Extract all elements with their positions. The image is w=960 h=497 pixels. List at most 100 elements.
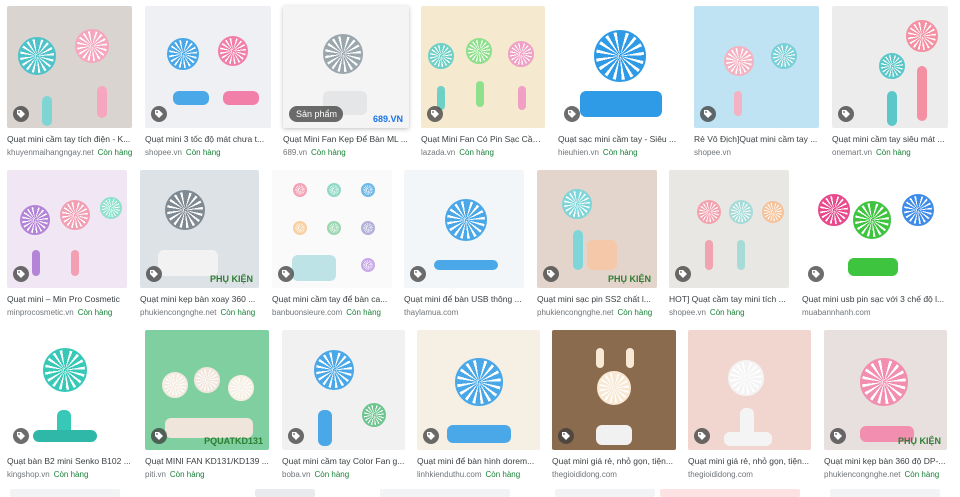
result-title[interactable]: Quạt mini để bàn hình dorem... xyxy=(417,456,540,466)
result-title[interactable]: Quạt mini kẹp bàn 360 độ DP-... xyxy=(824,456,947,466)
result-meta: muabannhanh.com xyxy=(802,308,871,317)
result-title[interactable]: Quạt mini kẹp bàn xoay 360 ... xyxy=(140,294,259,304)
result-thumbnail[interactable] xyxy=(802,170,948,288)
result-card[interactable]: PHỤ KIỆN Quạt mini kẹp bàn 360 độ DP-... p… xyxy=(824,330,947,494)
result-title[interactable]: Quạt Mini Fan Kẹp Để Bàn ML ... xyxy=(283,134,409,144)
result-thumbnail[interactable] xyxy=(145,6,271,128)
fan-head-shape xyxy=(167,38,199,70)
result-source[interactable]: shopee.vn xyxy=(694,148,731,157)
result-thumbnail[interactable] xyxy=(558,6,682,128)
result-thumbnail[interactable] xyxy=(694,6,819,128)
result-title[interactable]: Quạt mini giá rẻ, nhỏ gọn, tiện... xyxy=(552,456,676,466)
result-thumbnail[interactable]: PQUATKD131 xyxy=(145,330,269,450)
result-card[interactable]: PHỤ KIỆN Quạt mini sạc pin SS2 chất l... p… xyxy=(537,170,657,332)
result-card[interactable]: Quạt bàn B2 mini Senko B102 ... kingshop.… xyxy=(7,330,132,494)
result-source[interactable]: 689.vn xyxy=(283,148,307,157)
result-title[interactable]: Quạt mini cầm tay siêu mát ... xyxy=(832,134,948,144)
result-card[interactable]: PQUATKD131 Quạt MINI FAN KD131/KD139 ... p… xyxy=(145,330,269,494)
next-row-thumb[interactable] xyxy=(10,489,120,497)
result-card[interactable]: 689.VN Sản phẩm Quạt Mini Fan Kẹp Để Bàn M… xyxy=(283,6,409,172)
fan-head-shape xyxy=(218,36,248,66)
result-title[interactable]: HOT] Quạt cầm tay mini tích ... xyxy=(669,294,789,304)
result-thumbnail[interactable] xyxy=(282,330,405,450)
fan-head-shape xyxy=(60,200,90,230)
result-source[interactable]: shopee.vn xyxy=(145,148,182,157)
next-row-thumb[interactable] xyxy=(555,489,655,497)
result-thumbnail[interactable] xyxy=(404,170,524,288)
result-thumbnail[interactable] xyxy=(688,330,811,450)
result-card[interactable]: Quạt mini để bàn USB thông ... thaylamua.… xyxy=(404,170,524,332)
result-thumbnail[interactable] xyxy=(7,330,132,450)
result-title[interactable]: Quạt mini sạc pin SS2 chất l... xyxy=(537,294,657,304)
result-thumbnail[interactable] xyxy=(832,6,948,128)
next-row-thumb[interactable] xyxy=(830,489,940,497)
next-row-thumb[interactable] xyxy=(660,489,800,497)
result-card[interactable]: HOT] Quạt cầm tay mini tích ... shopee.vn… xyxy=(669,170,789,332)
result-card[interactable]: Quạt mini để bàn hình dorem... linhkiendu… xyxy=(417,330,540,494)
result-card[interactable]: Quạt mini 3 tốc độ mát chưa t... shopee.v… xyxy=(145,6,271,172)
result-title[interactable]: Rẻ Vô Địch]Quạt mini cầm tay ... xyxy=(694,134,819,144)
result-source[interactable]: phukiencongnghe.net xyxy=(140,308,217,317)
result-title[interactable]: Quạt Mini Fan Có Pin Sạc Cầm... xyxy=(421,134,545,144)
fan-body-shape xyxy=(626,348,634,368)
result-card[interactable]: Quạt Mini Fan Có Pin Sạc Cầm... lazada.vn… xyxy=(421,6,545,172)
result-source[interactable]: shopee.vn xyxy=(669,308,706,317)
result-title[interactable]: Quạt mini để bàn USB thông ... xyxy=(404,294,524,304)
result-title[interactable]: Quạt mini – Min Pro Cosmetic xyxy=(7,294,127,304)
fan-head-shape xyxy=(165,190,205,230)
result-source[interactable]: onemart.vn xyxy=(832,148,872,157)
result-title[interactable]: Quạt mini 3 tốc độ mát chưa t... xyxy=(145,134,271,144)
result-title[interactable]: Quạt mini cầm tay để bàn ca... xyxy=(272,294,392,304)
result-card[interactable]: Quạt mini – Min Pro Cosmetic minprocosmet… xyxy=(7,170,127,332)
result-thumbnail[interactable]: PHỤ KIỆN xyxy=(537,170,657,288)
result-card[interactable]: Quạt mini cầm tay siêu mát ... onemart.vn… xyxy=(832,6,948,172)
result-card[interactable]: Quạt mini cầm tay Color Fan g... boba.vn C… xyxy=(282,330,405,494)
result-title[interactable]: Quạt bàn B2 mini Senko B102 ... xyxy=(7,456,132,466)
result-source[interactable]: boba.vn xyxy=(282,470,310,479)
result-source[interactable]: kingshop.vn xyxy=(7,470,50,479)
result-source[interactable]: linhkienduthu.com xyxy=(417,470,481,479)
result-card[interactable]: Quạt mini cầm tay tích điện - K... khuyen… xyxy=(7,6,132,172)
result-title[interactable]: Quạt mini cầm tay Color Fan g... xyxy=(282,456,405,466)
result-thumbnail[interactable] xyxy=(417,330,540,450)
next-row-thumb[interactable] xyxy=(380,489,510,497)
result-title[interactable]: Quạt MINI FAN KD131/KD139 ... xyxy=(145,456,269,466)
next-row-thumb[interactable] xyxy=(255,489,315,497)
result-thumbnail[interactable] xyxy=(669,170,789,288)
result-thumbnail[interactable] xyxy=(421,6,545,128)
result-source[interactable]: thaylamua.com xyxy=(404,308,458,317)
result-thumbnail[interactable] xyxy=(7,6,132,128)
result-source[interactable]: piti.vn xyxy=(145,470,166,479)
result-card[interactable]: PHỤ KIỆN Quạt mini kẹp bàn xoay 360 ... ph… xyxy=(140,170,259,332)
result-source[interactable]: thegioididong.com xyxy=(688,470,753,479)
result-thumbnail[interactable] xyxy=(7,170,127,288)
result-thumbnail[interactable]: 689.VN Sản phẩm xyxy=(283,6,409,128)
result-title[interactable]: Quạt mini usb pin sạc với 3 chế độ l... xyxy=(802,294,948,304)
result-thumbnail[interactable]: PHỤ KIỆN xyxy=(824,330,947,450)
result-thumbnail[interactable] xyxy=(272,170,392,288)
result-source[interactable]: phukiencongnghe.net xyxy=(824,470,901,479)
fan-body-shape xyxy=(173,91,209,105)
result-source[interactable]: minprocosmetic.vn xyxy=(7,308,74,317)
stock-status: Còn hàng xyxy=(346,308,381,317)
result-card[interactable]: Quạt mini giá rẻ, nhỏ gọn, tiện... thegio… xyxy=(552,330,676,494)
result-thumbnail[interactable] xyxy=(552,330,676,450)
result-card[interactable]: Quạt mini usb pin sạc với 3 chế độ l... m… xyxy=(802,170,948,332)
result-thumbnail[interactable]: PHỤ KIỆN xyxy=(140,170,259,288)
result-title[interactable]: Quạt mini cầm tay tích điện - K... xyxy=(7,134,132,144)
fan-head-shape xyxy=(293,183,307,197)
result-card[interactable]: Quạt mini cầm tay để bàn ca... banbuonsie… xyxy=(272,170,392,332)
result-source[interactable]: khuyenmaihangngay.net xyxy=(7,148,94,157)
result-source[interactable]: hieuhien.vn xyxy=(558,148,599,157)
result-meta: phukiencongnghe.net Còn hàng xyxy=(140,308,255,317)
result-source[interactable]: muabannhanh.com xyxy=(802,308,871,317)
result-title[interactable]: Quạt sạc mini cầm tay - Siêu ... xyxy=(558,134,682,144)
result-source[interactable]: thegioididong.com xyxy=(552,470,617,479)
result-card[interactable]: Quạt mini giá rẻ, nhỏ gọn, tiện... thegio… xyxy=(688,330,811,494)
result-source[interactable]: phukiencongnghe.net xyxy=(537,308,614,317)
result-card[interactable]: Quạt sạc mini cầm tay - Siêu ... hieuhien… xyxy=(558,6,682,172)
result-title[interactable]: Quạt mini giá rẻ, nhỏ gọn, tiện... xyxy=(688,456,811,466)
result-source[interactable]: lazada.vn xyxy=(421,148,455,157)
result-card[interactable]: Rẻ Vô Địch]Quạt mini cầm tay ... shopee.v… xyxy=(694,6,819,172)
result-source[interactable]: banbuonsieure.com xyxy=(272,308,342,317)
